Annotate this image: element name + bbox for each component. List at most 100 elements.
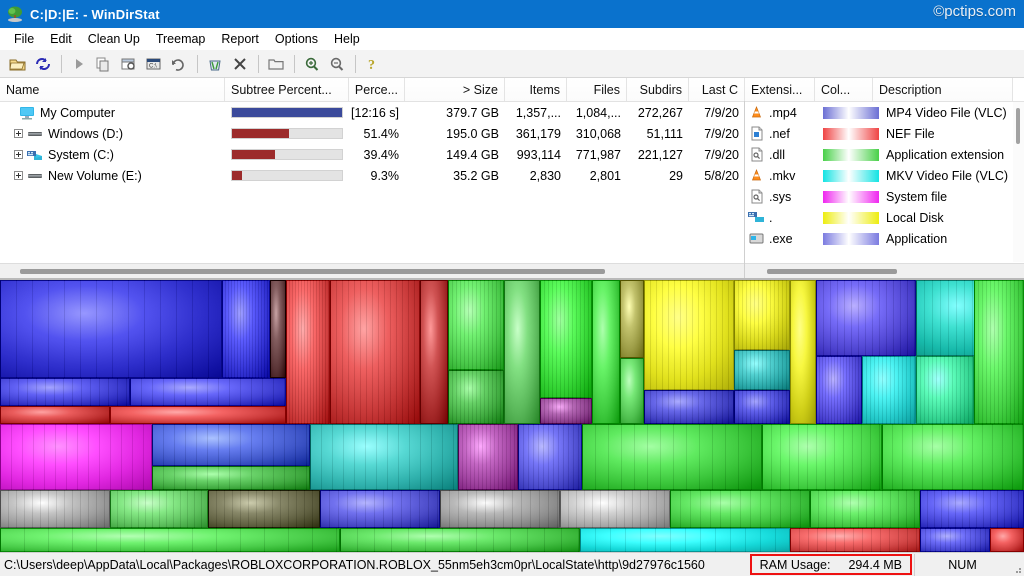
vscroll-thumb[interactable] [1016, 108, 1020, 144]
resize-grip-icon[interactable] [1010, 554, 1024, 576]
tile-red-col2[interactable] [330, 280, 420, 424]
column-header[interactable]: Subdirs [627, 78, 689, 101]
tile-red-strip3[interactable] [790, 528, 920, 552]
menu-treemap[interactable]: Treemap [148, 30, 214, 48]
tile-red-strip[interactable] [0, 406, 110, 424]
tile-green11[interactable] [882, 424, 1024, 490]
command-prompt-icon[interactable]: C:\ [142, 53, 166, 75]
extension-column-header[interactable]: Extensi... [745, 78, 815, 101]
expand-toggle-icon[interactable] [14, 171, 23, 180]
tile-green3[interactable] [504, 280, 540, 424]
tile-blue-strip3[interactable] [920, 528, 990, 552]
column-header[interactable]: Perce... [349, 78, 405, 101]
column-header[interactable]: Files [567, 78, 627, 101]
tile-green13[interactable] [670, 490, 810, 528]
menu-edit[interactable]: Edit [42, 30, 80, 48]
treemap-view[interactable] [0, 278, 1024, 552]
explorer-icon[interactable] [117, 53, 141, 75]
tile-teal3[interactable] [310, 424, 458, 490]
refresh-all-icon[interactable] [31, 53, 55, 75]
tile-green9[interactable] [582, 424, 762, 490]
directory-row[interactable]: My Computer [12:16 s] 379.7 GB 1,357,... 1,0… [0, 102, 744, 123]
tile-green4[interactable] [592, 280, 620, 424]
directory-row[interactable]: New Volume (E:) 9.3% 35.2 GB 2,830 2,801 29 5/… [0, 165, 744, 186]
tile-magenta[interactable] [0, 424, 152, 490]
expand-toggle-icon[interactable] [14, 150, 23, 159]
delete-icon[interactable] [228, 53, 252, 75]
tile-red-strip2[interactable] [110, 406, 286, 424]
tile-green12[interactable] [110, 490, 208, 528]
tile-blue[interactable] [222, 280, 270, 378]
tile-indigo[interactable] [816, 280, 916, 356]
refresh-selected-icon[interactable] [167, 53, 191, 75]
help-icon[interactable]: ? [361, 53, 385, 75]
tile-teal[interactable] [734, 350, 790, 390]
recycle-bin-icon[interactable] [203, 53, 227, 75]
tile-green7[interactable] [974, 280, 1024, 424]
tile-blue6[interactable] [518, 424, 582, 490]
properties-icon[interactable] [264, 53, 288, 75]
directory-row[interactable]: Windows (D:) 51.4% 195.0 GB 361,179 310,068 5… [0, 123, 744, 144]
tile-red-col[interactable] [286, 280, 330, 424]
zoom-out-icon[interactable] [325, 53, 349, 75]
tile-gray3[interactable] [560, 490, 670, 528]
tile-green6[interactable] [916, 356, 974, 424]
tile-green[interactable] [448, 280, 504, 370]
tile-blue5[interactable] [152, 424, 310, 466]
extension-row[interactable]: .mkv MKV Video File (VLC) [745, 165, 1024, 186]
tile-purple[interactable] [540, 398, 592, 424]
tile-yellow3[interactable] [790, 280, 816, 424]
tile-green-bright[interactable] [540, 280, 592, 398]
extension-column-header[interactable]: Col... [815, 78, 873, 101]
tile-blue-large[interactable] [0, 280, 222, 378]
tile-red-strip4[interactable] [990, 528, 1024, 552]
extension-column-header[interactable]: Description [873, 78, 1013, 101]
tile-dark[interactable] [270, 280, 286, 378]
tile-blue4[interactable] [734, 390, 790, 424]
menu-help[interactable]: Help [326, 30, 368, 48]
tile-green-strip[interactable] [0, 528, 340, 552]
tile-gray2[interactable] [440, 490, 560, 528]
tile-purple2[interactable] [458, 424, 518, 490]
extension-row[interactable]: .dll Application extension [745, 144, 1024, 165]
directory-row[interactable]: System (C:) 39.4% 149.4 GB 993,114 771,987 22… [0, 144, 744, 165]
column-header[interactable]: Name [0, 78, 225, 101]
tile-blue3[interactable] [644, 390, 734, 424]
continue-icon[interactable] [67, 53, 91, 75]
zoom-in-icon[interactable] [300, 53, 324, 75]
tile-green2[interactable] [448, 370, 504, 424]
extension-list-vscrollbar[interactable] [1013, 102, 1024, 262]
menu-options[interactable]: Options [267, 30, 326, 48]
hscroll-thumb[interactable] [20, 269, 605, 274]
tile-blue-strip[interactable] [0, 378, 130, 406]
tile-green-strip2[interactable] [340, 528, 580, 552]
tile-blue8[interactable] [920, 490, 1024, 528]
tile-indigo2[interactable] [816, 356, 862, 424]
extension-row[interactable]: .sys System file [745, 186, 1024, 207]
extension-row[interactable]: .exe Application [745, 228, 1024, 249]
tile-gray[interactable] [0, 490, 110, 528]
tile-yellow[interactable] [644, 280, 734, 390]
ext-hscroll-thumb[interactable] [767, 269, 897, 274]
tile-green10[interactable] [762, 424, 882, 490]
open-folder-icon[interactable] [6, 53, 30, 75]
extension-row[interactable]: .mp4 MP4 Video File (VLC) [745, 102, 1024, 123]
tile-cyan-strip[interactable] [580, 528, 790, 552]
menu-clean-up[interactable]: Clean Up [80, 30, 148, 48]
tile-cyan[interactable] [862, 356, 916, 424]
column-header[interactable]: Subtree Percent... [225, 78, 349, 101]
tile-blue7[interactable] [320, 490, 440, 528]
column-header[interactable]: Last C [689, 78, 745, 101]
tile-yellow2[interactable] [734, 280, 790, 350]
copy-icon[interactable] [92, 53, 116, 75]
extension-row[interactable]: .nef NEF File [745, 123, 1024, 144]
tile-green14[interactable] [810, 490, 920, 528]
extension-row[interactable]: . Local Disk [745, 207, 1024, 228]
tile-dark2[interactable] [208, 490, 320, 528]
tile-green5[interactable] [620, 358, 644, 424]
tile-olive[interactable] [620, 280, 644, 358]
directory-list-hscrollbar[interactable] [0, 263, 744, 278]
column-header[interactable]: Items [505, 78, 567, 101]
extension-list-hscrollbar[interactable] [745, 263, 1024, 278]
tile-green8[interactable] [152, 466, 310, 490]
